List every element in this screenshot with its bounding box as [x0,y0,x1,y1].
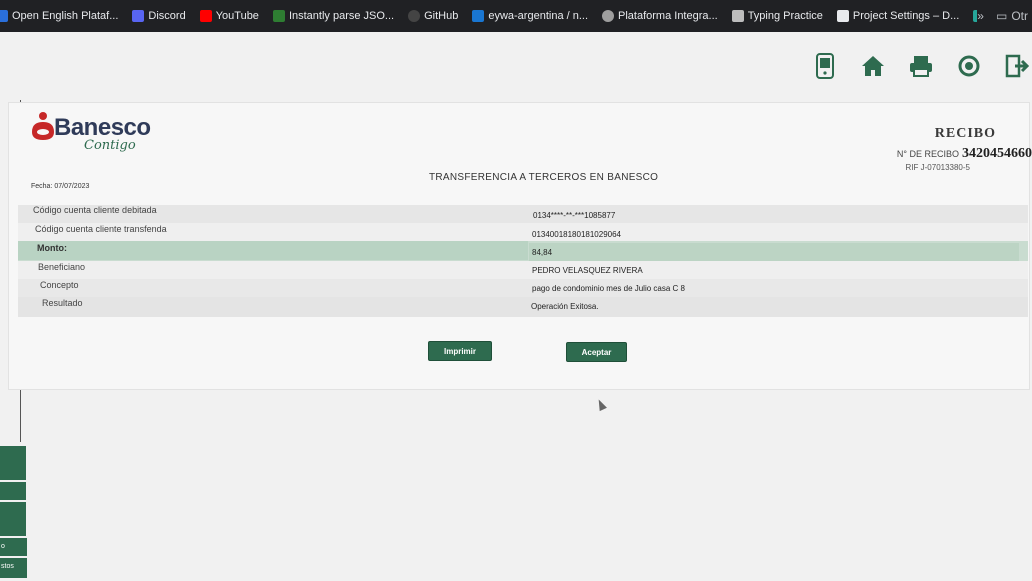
bookmark-item[interactable]: Plataforma Integra... [602,10,718,22]
print-button[interactable]: Imprimir [428,341,492,361]
open-english-icon [0,10,8,22]
bookmark-item[interactable]: eywa-argentina / n... [472,10,588,22]
label-concept: Concepto [40,280,79,290]
logo-figure-icon [32,112,54,140]
triangle-icon [836,10,849,22]
mouse-cursor-icon [595,397,607,412]
receipt-number: N° DE RECIBO 3420454660 [897,146,1032,162]
sidebar-item[interactable]: stos [0,558,27,578]
folder-icon: ▭ [995,9,1008,23]
label-result: Resultado [42,298,83,308]
accept-button[interactable]: Aceptar [566,342,627,362]
bookmark-item[interactable]: Instantly parse JSO... [272,10,395,22]
bookmark-label: Project Settings – D... [852,10,960,22]
home-icon[interactable] [860,52,886,80]
value-transferred-account: 01340018180181029064 [532,230,621,239]
bookmark-item[interactable]: GitHub [408,10,458,22]
other-bookmarks-label[interactable]: Otr [1011,9,1028,23]
label-debited-account: Código cuenta cliente debitada [33,205,157,215]
bookmark-item[interactable]: Discord [132,10,186,22]
bookmark-item[interactable]: Typing Practice [731,10,823,22]
doc-icon [731,10,744,22]
value-beneficiary: PEDRO VELASQUEZ RIVERA [532,266,643,275]
bookmark-label: Instantly parse JSO... [288,10,395,22]
bookmark-label: YouTube [215,10,259,22]
mobile-icon[interactable] [812,52,838,80]
bookmarks-right: » ▭ Otr [977,0,1032,32]
discord-icon [132,10,145,22]
receipt-number-value: 3420454660 [962,146,1032,161]
sidebar-item[interactable] [0,482,26,500]
value-concept: pago de condominio mes de Julio casa C 8 [532,284,685,293]
row-background [18,205,1028,223]
brand-tagline: Contigo [84,138,136,153]
sidebar-item[interactable]: o [0,538,27,556]
left-sidebar: o stos [0,440,30,581]
value-amount: 84,84 [532,248,553,257]
page-title: TRANSFERENCIA A TERCEROS EN BANESCO [429,172,659,183]
bookmark-item[interactable]: YouTube [199,10,259,22]
bookmark-label: Plataforma Integra... [618,10,718,22]
row-background [18,297,1028,317]
sidebar-item[interactable] [0,502,26,536]
sidebar-item-label: o [1,543,5,550]
receipt-date: Fecha: 07/07/2023 [31,183,90,190]
receipt-number-label: N° DE RECIBO [896,149,959,159]
json-icon [272,10,285,22]
row-background [18,223,1028,241]
row-background [18,279,1028,297]
label-cell-highlight [18,241,528,260]
bookmark-label: Discord [148,10,186,22]
globe-icon [602,10,615,22]
printer-icon[interactable] [908,52,934,80]
row-background [18,261,1028,279]
repo-icon [472,10,485,22]
value-debited-account: 0134****-**-***1085877 [533,211,616,220]
value-result: Operación Exitosa. [531,302,599,311]
bookmark-label: Typing Practice [747,10,823,22]
sidebar-item-label: stos [1,563,14,570]
label-transferred-account: Código cuenta cliente transfenda [35,224,167,234]
label-beneficiary: Beneficiano [38,262,86,272]
receipt-title: RECIBO [934,126,996,141]
support-icon[interactable] [956,52,982,80]
sidebar-item[interactable] [0,446,26,480]
bookmark-label: Open English Plataf... [12,10,119,22]
bookmarks-more-button[interactable]: » [977,9,984,23]
toolbar-icons [812,52,1032,80]
github-icon [408,10,421,22]
bookmark-label: eywa-argentina / n... [488,10,589,22]
logout-icon[interactable] [1004,52,1030,80]
rif: RIF J-07013380-5 [905,163,970,172]
value-cell-highlight [529,243,1019,261]
youtube-icon [199,10,212,22]
bookmark-item[interactable]: Open English Plataf... [0,10,118,22]
bookmarks-bar: Open English Plataf... Discord YouTube Inst… [0,0,1032,32]
bookmark-item[interactable]: Project Settings – D... [836,10,960,22]
bookmark-label: GitHub [424,10,459,22]
label-amount: Monto: [37,243,67,253]
bank-logo: Banesco Contigo [30,108,151,153]
